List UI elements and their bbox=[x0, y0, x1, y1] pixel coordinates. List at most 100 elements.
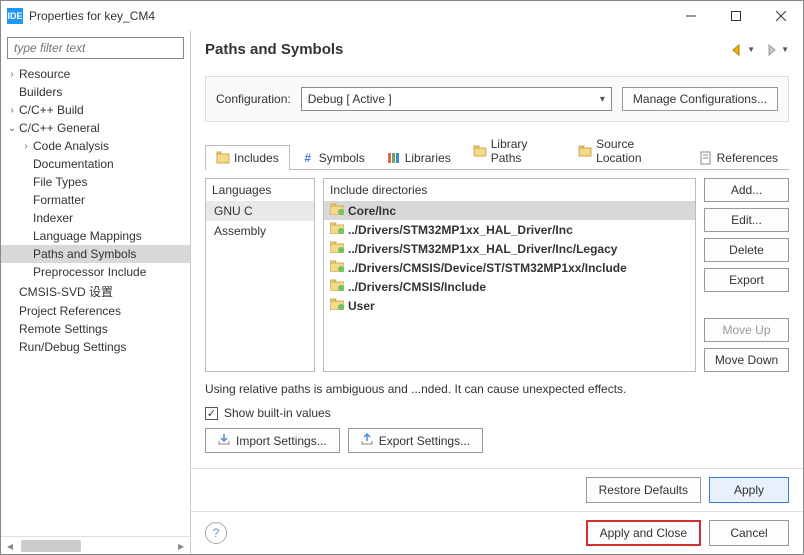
configuration-select[interactable]: Debug [ Active ] ▾ bbox=[301, 87, 612, 111]
close-button[interactable] bbox=[758, 1, 803, 31]
move-up-button[interactable]: Move Up bbox=[704, 318, 789, 342]
tree-item-label: Indexer bbox=[33, 211, 73, 225]
hash-icon: # bbox=[301, 151, 315, 165]
folder-icon bbox=[330, 298, 344, 313]
languages-panel: Languages GNU C Assembly bbox=[205, 178, 315, 372]
nav-forward-icon[interactable] bbox=[765, 44, 779, 56]
minimize-button[interactable] bbox=[668, 1, 713, 31]
tree-item[interactable]: File Types bbox=[1, 173, 190, 191]
language-item[interactable]: Assembly bbox=[206, 221, 314, 241]
title-bar: IDE Properties for key_CM4 bbox=[1, 1, 803, 31]
include-path-row[interactable]: Core/Inc bbox=[324, 201, 695, 220]
language-item[interactable]: GNU C bbox=[206, 201, 314, 221]
scroll-thumb[interactable] bbox=[21, 540, 81, 552]
configuration-bar: Configuration: Debug [ Active ] ▾ Manage… bbox=[205, 76, 789, 122]
category-tree[interactable]: ›ResourceBuilders›C/C++ Build⌄C/C++ Gene… bbox=[1, 63, 190, 536]
tab-libraries[interactable]: Libraries bbox=[376, 145, 462, 170]
category-sidebar: ›ResourceBuilders›C/C++ Build⌄C/C++ Gene… bbox=[1, 31, 191, 554]
tab-includes[interactable]: Includes bbox=[205, 145, 290, 170]
folder-icon bbox=[330, 279, 344, 294]
tab-label: Symbols bbox=[319, 151, 365, 165]
nav-back-menu-icon[interactable]: ▼ bbox=[747, 45, 755, 54]
add-button[interactable]: Add... bbox=[704, 178, 789, 202]
include-path-label: ../Drivers/STM32MP1xx_HAL_Driver/Inc/Leg… bbox=[348, 242, 617, 256]
warning-text: Using relative paths is ambiguous and ..… bbox=[205, 382, 789, 396]
tab-references[interactable]: References bbox=[688, 145, 789, 170]
export-icon bbox=[361, 433, 373, 448]
scroll-right-icon[interactable]: ▸ bbox=[172, 537, 190, 555]
include-path-row[interactable]: ../Drivers/STM32MP1xx_HAL_Driver/Inc bbox=[324, 220, 695, 239]
chevron-down-icon: ▾ bbox=[600, 94, 605, 105]
move-down-button[interactable]: Move Down bbox=[704, 348, 789, 372]
tree-item-label: Code Analysis bbox=[33, 139, 109, 153]
collapsed-icon: › bbox=[19, 141, 33, 152]
edit-button[interactable]: Edit... bbox=[704, 208, 789, 232]
delete-button[interactable]: Delete bbox=[704, 238, 789, 262]
tree-item[interactable]: ›C/C++ Build bbox=[1, 101, 190, 119]
tree-item-label: Run/Debug Settings bbox=[19, 340, 126, 354]
tab-label: Libraries bbox=[405, 151, 451, 165]
tree-item[interactable]: Formatter bbox=[1, 191, 190, 209]
folder-icon bbox=[330, 222, 344, 237]
window-title: Properties for key_CM4 bbox=[29, 9, 155, 23]
apply-button[interactable]: Apply bbox=[709, 477, 789, 503]
tab-source-location[interactable]: Source Location bbox=[567, 131, 687, 170]
nav-forward-menu-icon[interactable]: ▼ bbox=[781, 45, 789, 54]
tree-item[interactable]: ›Resource bbox=[1, 65, 190, 83]
tree-item[interactable]: Preprocessor Include bbox=[1, 263, 190, 281]
expanded-icon: ⌄ bbox=[5, 123, 19, 134]
tree-item[interactable]: Builders bbox=[1, 83, 190, 101]
tree-item[interactable]: Project References bbox=[1, 302, 190, 320]
export-button[interactable]: Export bbox=[704, 268, 789, 292]
maximize-button[interactable] bbox=[713, 1, 758, 31]
include-directories-panel: Include directories Core/Inc ../Drivers/S… bbox=[323, 178, 696, 372]
export-settings-button[interactable]: Export Settings... bbox=[348, 428, 483, 453]
include-directories-header: Include directories bbox=[324, 179, 695, 201]
folder-icon bbox=[330, 203, 344, 218]
include-path-row[interactable]: ../Drivers/STM32MP1xx_HAL_Driver/Inc/Leg… bbox=[324, 239, 695, 258]
includes-icon bbox=[216, 151, 230, 165]
tree-item-label: File Types bbox=[33, 175, 87, 189]
tree-item[interactable]: ›Code Analysis bbox=[1, 137, 190, 155]
cancel-button[interactable]: Cancel bbox=[709, 520, 789, 546]
include-path-label: ../Drivers/CMSIS/Include bbox=[348, 280, 486, 294]
tree-item-label: Paths and Symbols bbox=[33, 247, 136, 261]
nav-back-icon[interactable] bbox=[731, 44, 745, 56]
manage-configurations-button[interactable]: Manage Configurations... bbox=[622, 87, 778, 111]
include-path-row[interactable]: User bbox=[324, 296, 695, 315]
tree-item[interactable]: Run/Debug Settings bbox=[1, 338, 190, 356]
tab-symbols[interactable]: # Symbols bbox=[290, 145, 376, 170]
include-path-label: ../Drivers/CMSIS/Device/ST/STM32MP1xx/In… bbox=[348, 261, 627, 275]
tab-library-paths[interactable]: Library Paths bbox=[462, 131, 567, 170]
horizontal-scrollbar[interactable]: ◂ ▸ bbox=[1, 536, 190, 554]
tree-item[interactable]: Documentation bbox=[1, 155, 190, 173]
show-builtin-checkbox[interactable]: ✓ bbox=[205, 407, 218, 420]
tree-item[interactable]: Language Mappings bbox=[1, 227, 190, 245]
include-path-label: ../Drivers/STM32MP1xx_HAL_Driver/Inc bbox=[348, 223, 573, 237]
books-icon bbox=[387, 151, 401, 165]
tree-item-label: Resource bbox=[19, 67, 70, 81]
folder-icon bbox=[330, 241, 344, 256]
page-title: Paths and Symbols bbox=[205, 41, 343, 58]
include-path-row[interactable]: ../Drivers/CMSIS/Device/ST/STM32MP1xx/In… bbox=[324, 258, 695, 277]
include-path-label: Core/Inc bbox=[348, 204, 396, 218]
filter-input[interactable] bbox=[7, 37, 184, 59]
collapsed-icon: › bbox=[5, 69, 19, 80]
tree-item-label: CMSIS-SVD 设置 bbox=[19, 283, 113, 300]
folder-icon bbox=[578, 144, 592, 158]
tree-item[interactable]: Indexer bbox=[1, 209, 190, 227]
tree-item-label: Documentation bbox=[33, 157, 114, 171]
apply-and-close-button[interactable]: Apply and Close bbox=[586, 520, 701, 546]
scroll-left-icon[interactable]: ◂ bbox=[1, 537, 19, 555]
import-settings-button[interactable]: Import Settings... bbox=[205, 428, 340, 453]
tab-bar: Includes # Symbols Libraries Library PathsSo… bbox=[205, 130, 789, 170]
tab-label: Includes bbox=[234, 151, 279, 165]
tree-item[interactable]: Paths and Symbols bbox=[1, 245, 190, 263]
tree-item-label: Project References bbox=[19, 304, 121, 318]
tree-item[interactable]: CMSIS-SVD 设置 bbox=[1, 281, 190, 302]
tree-item[interactable]: ⌄C/C++ General bbox=[1, 119, 190, 137]
tree-item[interactable]: Remote Settings bbox=[1, 320, 190, 338]
help-icon[interactable]: ? bbox=[205, 522, 227, 544]
restore-defaults-button[interactable]: Restore Defaults bbox=[586, 477, 701, 503]
include-path-row[interactable]: ../Drivers/CMSIS/Include bbox=[324, 277, 695, 296]
